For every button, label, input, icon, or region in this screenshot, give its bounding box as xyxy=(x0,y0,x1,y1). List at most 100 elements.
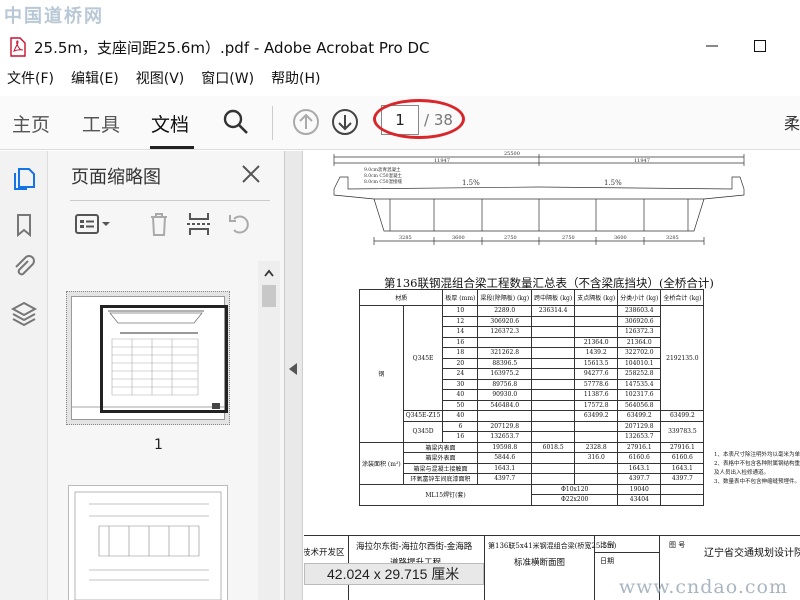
table-cell: 546484.0 xyxy=(477,399,533,411)
rotate-icon[interactable] xyxy=(226,209,254,239)
bookmark-icon[interactable] xyxy=(10,211,38,239)
table-cell xyxy=(531,326,576,338)
table-row: ML15焊钉(套) Φ10x120 19040 xyxy=(358,483,705,506)
scroll-up-icon[interactable] xyxy=(262,265,276,279)
watermark-text: 中国道桥网 xyxy=(4,6,104,27)
visible-area-frame[interactable] xyxy=(100,305,228,413)
dimension-label: 2750 xyxy=(504,235,517,241)
extract-pages-icon[interactable] xyxy=(184,209,214,239)
panel-title: 页面缩略图 xyxy=(71,167,161,188)
table-cell: 4397.7 xyxy=(617,473,662,485)
table-cell: 24 xyxy=(442,368,479,380)
tab-home[interactable]: 主页 xyxy=(12,110,50,137)
close-icon[interactable] xyxy=(240,163,262,185)
menu-edit[interactable]: 编辑(E) xyxy=(71,68,119,90)
table-cell: 12 xyxy=(442,315,479,327)
toolbar-overflow-text: 柔 xyxy=(784,114,800,133)
table-header-cell: 梁段(除隔板) (kg) xyxy=(477,289,533,306)
layer-label: 9.0cm沥青混凝土 xyxy=(364,166,401,173)
menu-bar: 文件(F) 编辑(E) 视图(V) 窗口(W) 帮助(H) xyxy=(0,68,331,90)
table-cell: 4397.7 xyxy=(477,473,533,485)
table-header-row: 材质 板厚 (mm) 梁段(除隔板) (kg) 跨中隔板 (kg) 支点隔板 (… xyxy=(358,289,705,306)
scrollbar-thumb[interactable] xyxy=(262,285,276,307)
table-cell xyxy=(531,473,576,485)
thumbnail-page-number: 1 xyxy=(154,437,163,453)
toolbar-separator xyxy=(272,106,273,140)
scale-label: 比例 xyxy=(600,541,614,549)
table-header-cell: 全桥合计 (kg) xyxy=(660,289,705,306)
layers-icon[interactable] xyxy=(10,299,38,327)
table-cell xyxy=(574,315,619,327)
table-cell: 126372.3 xyxy=(477,326,533,338)
table-cell: Φ22x200 xyxy=(531,494,619,506)
table-cell xyxy=(574,431,619,443)
table-cell: 14 xyxy=(442,326,479,338)
search-icon[interactable] xyxy=(222,108,250,136)
menu-help[interactable]: 帮助(H) xyxy=(271,68,320,90)
dimension-label: 11947 xyxy=(434,158,450,164)
table-cell: 63499.2 xyxy=(660,410,705,422)
note-line: 2、表格中不包含各种附属钢结构重量， xyxy=(714,461,800,467)
thumbnail-list: 1 xyxy=(48,261,258,600)
slope-label: 1.5% xyxy=(604,179,622,187)
attachment-icon[interactable] xyxy=(10,253,38,281)
table-row: 钢 Q345E 10 2289.0 236314.4 238603.4 2192135.0 xyxy=(359,305,705,443)
chevron-left-icon xyxy=(289,363,297,375)
previous-page-icon[interactable] xyxy=(292,108,320,136)
page-thumbnails-icon[interactable] xyxy=(10,165,38,193)
dimension-label: 11947 xyxy=(634,158,650,164)
table-cell xyxy=(531,399,576,411)
minimize-button[interactable] xyxy=(704,38,720,54)
thumbnail-scrollbar[interactable] xyxy=(258,261,280,600)
steel-rows: 钢 Q345E 10 2289.0 236314.4 238603.4 2192135.0 1… xyxy=(359,305,705,443)
thumbnail-options-icon[interactable] xyxy=(73,209,113,239)
table-cell: 316.0 xyxy=(574,452,619,464)
table-cell: 63499.2 xyxy=(574,410,619,422)
table-cell: 50 xyxy=(442,399,479,411)
stud-rows: ML15焊钉(套) Φ10x120 19040 Φ22x200 43404 xyxy=(358,483,705,506)
table-cell: 1643.1 xyxy=(660,462,705,474)
table-cell: 1643.1 xyxy=(617,462,662,474)
page-dimensions-readout: 42.024 x 29.715 厘米 xyxy=(304,563,484,585)
delete-icon[interactable] xyxy=(146,209,172,239)
panel-collapse-handle[interactable] xyxy=(285,151,303,600)
tab-document[interactable]: 文档 xyxy=(151,110,189,137)
menu-window[interactable]: 窗口(W) xyxy=(201,68,254,90)
drawing-notes: 1、本表尺寸除注明外均以毫米为单位。 2、表格中不包含各种附属钢结构重量， 及人… xyxy=(714,451,800,487)
maximize-button[interactable] xyxy=(752,38,768,54)
table-cell xyxy=(660,494,705,506)
table-cell: 132653.7 xyxy=(477,431,533,443)
table-cell: Q345E xyxy=(402,305,444,411)
page-thumbnail-1[interactable] xyxy=(66,291,230,425)
table-cell: 箱梁内表面 xyxy=(402,441,479,453)
menu-view[interactable]: 视图(V) xyxy=(136,68,185,90)
table-cell: 6160.6 xyxy=(660,452,705,464)
table-cell: 18 xyxy=(442,347,479,359)
menu-file[interactable]: 文件(F) xyxy=(7,68,54,90)
table-cell: 40 xyxy=(442,410,479,422)
note-line: 1、本表尺寸除注明外均以毫米为单位。 xyxy=(714,452,800,458)
note-line: 及人员出入检修通道。 xyxy=(714,470,770,476)
table-cell: ML15焊钉(套) xyxy=(358,483,533,506)
page-thumbnail-2[interactable] xyxy=(68,485,228,600)
table-cell: 564056.8 xyxy=(617,399,662,411)
table-cell: 63499.2 xyxy=(617,410,662,422)
sheet-number-label: 图 号 xyxy=(669,541,686,549)
table-cell xyxy=(574,462,619,474)
table-cell xyxy=(531,336,576,348)
document-view[interactable]: 25500 11947 11947 9.0cm沥青混凝土 8.0cm C50混凝… xyxy=(304,151,800,600)
table-row: 箱梁与混凝土接触面 1643.1 1643.1 1643.1 xyxy=(360,462,705,474)
table-cell: 17572.8 xyxy=(574,399,619,411)
table-row: Q345D 6 207129.8 207129.8 339783.5 xyxy=(360,420,705,443)
table-header-cell: 跨中隔板 (kg) xyxy=(531,289,576,306)
date-label: 日期 xyxy=(600,557,614,565)
table-cell: 102317.6 xyxy=(617,389,662,401)
next-page-icon[interactable] xyxy=(331,108,359,136)
table-row: Q345E-Z15 40 63499.2 63499.2 63499.2 xyxy=(360,410,705,422)
table-cell: 27916.1 xyxy=(617,441,662,453)
table-cell: 4397.7 xyxy=(660,473,705,485)
title-block-left: 技术开发区 xyxy=(304,548,345,558)
table-cell: 163975.2 xyxy=(477,368,533,380)
tab-tools[interactable]: 工具 xyxy=(82,110,120,137)
title-block-divider xyxy=(594,552,660,553)
